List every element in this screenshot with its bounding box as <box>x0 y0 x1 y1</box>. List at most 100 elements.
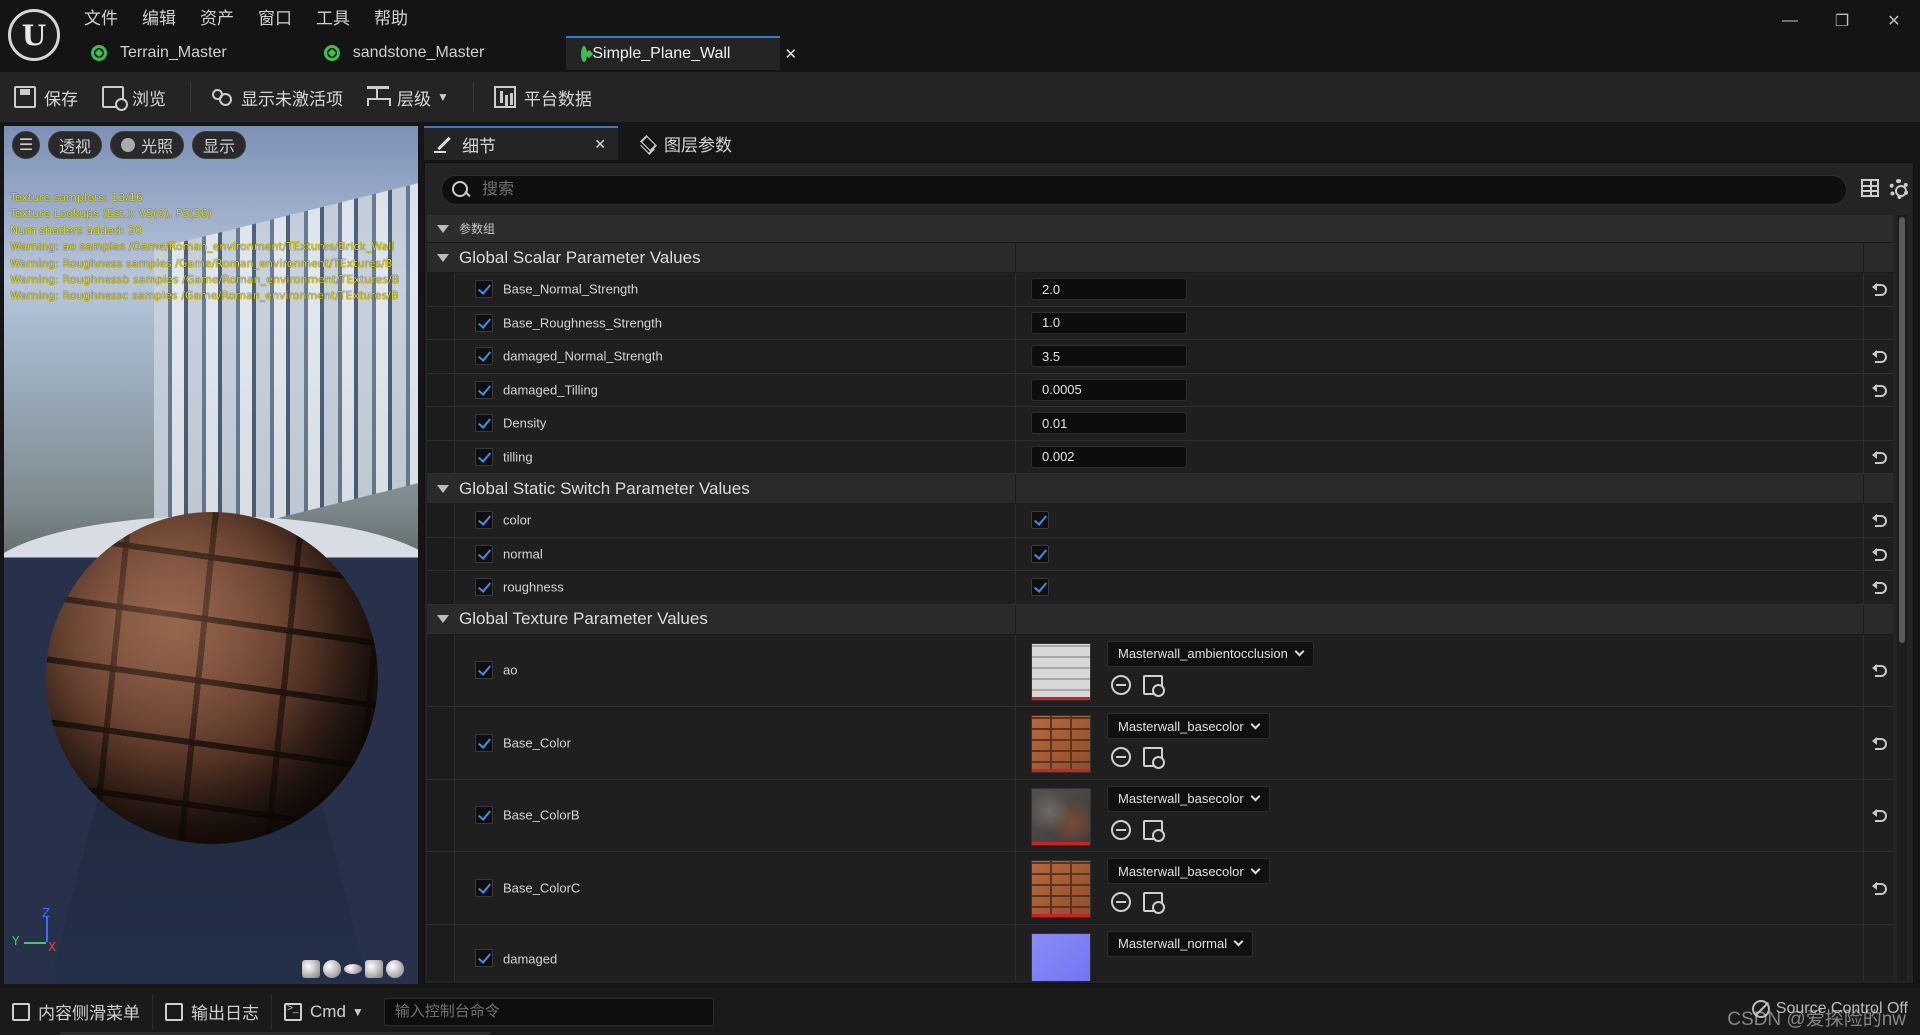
details-scrollbar[interactable] <box>1897 215 1907 981</box>
hierarchy-dropdown[interactable]: 层级 ▼ <box>367 80 449 114</box>
menu-edit[interactable]: 编辑 <box>142 4 188 28</box>
browse-asset-icon[interactable] <box>1143 819 1165 842</box>
value-field[interactable]: 0.01 <box>1031 412 1187 435</box>
switch-value-checkbox[interactable] <box>1031 544 1049 563</box>
collapse-arrow-icon[interactable] <box>437 253 449 262</box>
asset-picker-dropdown[interactable]: Masterwall_basecolor <box>1107 713 1270 739</box>
asset-picker-dropdown[interactable]: Masterwall_basecolor <box>1107 858 1270 884</box>
preview-viewport[interactable]: ☰ 透视 光照 显示 Texture samplers: 13/16 Textu… <box>4 126 418 984</box>
doc-tab-simple-plane-wall[interactable]: Simple_Plane_Wall ✕ <box>566 36 797 70</box>
reset-to-default-icon[interactable] <box>1871 280 1889 298</box>
plane-mesh-icon[interactable] <box>344 964 362 974</box>
viewport-menu-button[interactable]: ☰ <box>12 131 40 159</box>
value-field[interactable]: 1.0 <box>1031 311 1187 334</box>
doc-tab-terrain-master[interactable]: Terrain_Master <box>76 36 243 70</box>
override-checkbox[interactable] <box>475 511 493 530</box>
collapse-arrow-icon[interactable] <box>437 484 449 493</box>
show-inactive-button[interactable]: 显示未激活项 <box>211 80 343 114</box>
reset-to-default-icon[interactable] <box>1871 806 1889 824</box>
override-checkbox[interactable] <box>475 878 493 897</box>
value-field[interactable]: 0.002 <box>1031 445 1187 468</box>
search-input[interactable] <box>482 177 1846 203</box>
unreal-logo-icon[interactable]: U <box>8 9 60 61</box>
reset-to-default-icon[interactable] <box>1871 661 1889 679</box>
tab-details[interactable]: 细节 ✕ <box>424 126 618 160</box>
menu-asset[interactable]: 资产 <box>200 4 246 28</box>
use-selected-icon[interactable] <box>1111 892 1131 912</box>
override-checkbox[interactable] <box>475 661 493 680</box>
texture-section-header[interactable]: Global Texture Parameter Values <box>427 604 1893 635</box>
reset-to-default-icon[interactable] <box>1871 545 1889 563</box>
switch-value-checkbox[interactable] <box>1031 578 1049 597</box>
lighting-button[interactable]: 光照 <box>110 131 185 159</box>
collapse-arrow-icon[interactable] <box>437 615 449 623</box>
reset-to-default-icon[interactable] <box>1871 381 1889 399</box>
reset-to-default-icon[interactable] <box>1871 347 1889 365</box>
save-button[interactable]: 保存 <box>14 80 78 114</box>
reset-to-default-icon[interactable] <box>1871 879 1889 897</box>
close-icon[interactable]: ✕ <box>784 45 797 63</box>
teapot-mesh-icon[interactable] <box>386 960 404 978</box>
perspective-button[interactable]: 透视 <box>48 131 103 159</box>
asset-picker-dropdown[interactable]: Masterwall_ambientocclusion <box>1107 640 1314 667</box>
scrollbar-thumb[interactable] <box>1899 217 1905 643</box>
use-selected-icon[interactable] <box>1111 747 1131 767</box>
browse-asset-icon[interactable] <box>1143 747 1165 769</box>
gear-icon[interactable] <box>1889 179 1909 199</box>
menu-window[interactable]: 窗口 <box>258 4 304 28</box>
menu-file[interactable]: 文件 <box>84 4 130 28</box>
reset-to-default-icon[interactable] <box>1871 511 1889 529</box>
override-checkbox[interactable] <box>475 578 493 597</box>
texture-thumbnail[interactable] <box>1031 715 1091 773</box>
param-group-header[interactable]: 参数组 <box>427 215 1893 243</box>
switch-value-checkbox[interactable] <box>1031 511 1049 530</box>
doc-tab-sandstone-master[interactable]: sandstone_Master <box>308 36 501 70</box>
collapse-arrow-icon[interactable] <box>437 224 449 233</box>
override-checkbox[interactable] <box>475 806 493 825</box>
override-checkbox[interactable] <box>475 313 493 332</box>
reset-to-default-icon[interactable] <box>1871 578 1889 596</box>
texture-thumbnail[interactable] <box>1031 642 1091 701</box>
override-checkbox[interactable] <box>475 380 493 399</box>
switch-section-header[interactable]: Global Static Switch Parameter Values <box>427 474 1893 504</box>
menu-tools[interactable]: 工具 <box>316 4 362 28</box>
value-field[interactable]: 0.0005 <box>1031 378 1187 401</box>
browse-button[interactable]: 浏览 <box>102 80 166 114</box>
override-checkbox[interactable] <box>475 280 493 299</box>
value-field[interactable]: 3.5 <box>1031 345 1187 368</box>
reset-to-default-icon[interactable] <box>1871 734 1889 752</box>
content-drawer-button[interactable]: 内容侧滑菜单 <box>0 993 153 1030</box>
override-checkbox[interactable] <box>475 347 493 366</box>
cmd-dropdown[interactable]: Cmd ▼ <box>272 994 376 1030</box>
browse-asset-icon[interactable] <box>1143 892 1165 914</box>
platform-data-button[interactable]: 平台数据 <box>493 80 592 114</box>
console-command-input[interactable] <box>383 997 714 1026</box>
sphere-mesh-icon[interactable] <box>323 960 341 978</box>
override-checkbox[interactable] <box>475 447 493 466</box>
close-icon[interactable]: ✕ <box>594 136 606 153</box>
browse-asset-icon[interactable] <box>1143 674 1165 697</box>
restore-button[interactable]: ❐ <box>1816 0 1868 42</box>
scalar-section-header[interactable]: Global Scalar Parameter Values <box>427 243 1893 273</box>
search-bar[interactable] <box>441 175 1847 205</box>
override-checkbox[interactable] <box>475 948 493 967</box>
tab-layer-parameters[interactable]: 图层参数 <box>628 126 732 160</box>
asset-picker-dropdown[interactable]: Masterwall_normal <box>1107 930 1254 957</box>
table-view-icon[interactable] <box>1861 179 1879 197</box>
texture-thumbnail[interactable] <box>1031 860 1091 918</box>
reset-to-default-icon[interactable] <box>1871 448 1889 466</box>
output-log-button[interactable]: 输出日志 <box>153 993 272 1030</box>
minimize-button[interactable]: — <box>1764 0 1816 42</box>
cylinder-mesh-icon[interactable] <box>302 960 320 978</box>
override-checkbox[interactable] <box>475 544 493 563</box>
show-button[interactable]: 显示 <box>192 131 247 159</box>
texture-thumbnail[interactable] <box>1031 932 1091 981</box>
use-selected-icon[interactable] <box>1111 819 1131 840</box>
close-window-button[interactable]: ✕ <box>1868 0 1920 42</box>
use-selected-icon[interactable] <box>1111 674 1131 695</box>
value-field[interactable]: 2.0 <box>1031 278 1187 301</box>
override-checkbox[interactable] <box>475 733 493 752</box>
menu-help[interactable]: 帮助 <box>374 4 420 28</box>
cube-mesh-icon[interactable] <box>365 960 383 978</box>
override-checkbox[interactable] <box>475 414 493 433</box>
